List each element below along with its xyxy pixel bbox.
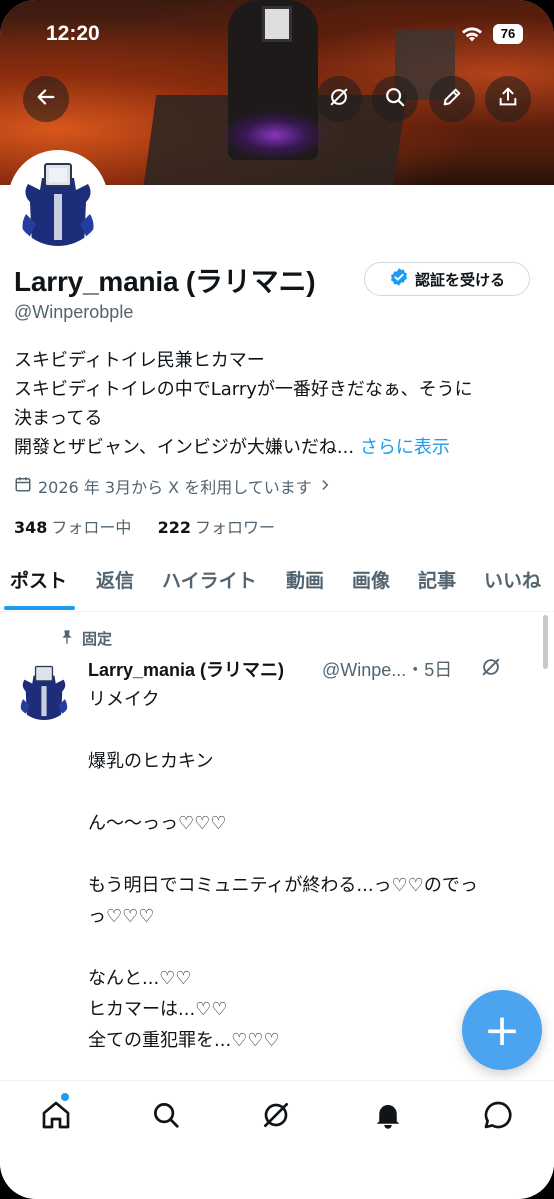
home-icon: [40, 1099, 72, 1135]
grok-button[interactable]: [316, 76, 362, 122]
share-icon: [497, 86, 519, 112]
messages-icon: [482, 1099, 514, 1135]
battery-indicator: 76: [493, 24, 523, 44]
followers-link[interactable]: 222 フォロワー: [158, 518, 275, 537]
pencil-icon: [441, 86, 463, 112]
pinned-indicator: 固定: [60, 628, 112, 649]
follow-stats: 348 フォロー中 222 フォロワー: [14, 514, 275, 538]
banner-glow: [220, 110, 330, 160]
nav-messages[interactable]: [478, 1097, 518, 1137]
scrollbar[interactable]: [543, 615, 548, 669]
following-link[interactable]: 348 フォロー中: [14, 518, 131, 537]
bio-line: 決まってる: [14, 408, 103, 429]
calendar-icon: [14, 475, 32, 497]
bottom-navigation: [0, 1080, 554, 1199]
share-button[interactable]: [485, 76, 531, 122]
post-author-name[interactable]: Larry_mania (ラリマニ): [88, 656, 284, 682]
home-notification-dot: [61, 1093, 69, 1101]
phone-screen: 12:20 76 Larry_mania (ラリマニ) 認証を受ける @Winp…: [0, 0, 554, 1199]
following-count: 348: [14, 518, 48, 537]
status-bar: 12:20 76: [0, 0, 554, 70]
following-label: フォロー中: [51, 518, 132, 537]
profile-avatar[interactable]: [8, 150, 108, 250]
tab-images[interactable]: 画像: [352, 566, 390, 593]
profile-tabs: ポスト 返信 ハイライト 動画 画像 記事 いいね: [0, 556, 554, 612]
verified-badge-icon: [389, 267, 409, 291]
nav-search[interactable]: [146, 1097, 186, 1137]
edit-profile-button[interactable]: [429, 76, 475, 122]
tab-likes[interactable]: いいね: [484, 566, 541, 593]
post-author-avatar[interactable]: [14, 660, 74, 720]
post-handle-time: @Winpe...・5日: [322, 660, 453, 680]
compose-post-button[interactable]: +: [462, 990, 542, 1070]
joined-date[interactable]: 2026 年 3月から X を利用しています: [14, 474, 332, 498]
bell-icon: [373, 1100, 403, 1134]
wifi-icon: [460, 24, 484, 48]
nav-notifications[interactable]: [368, 1097, 408, 1137]
pinned-label: 固定: [82, 630, 113, 648]
chevron-right-icon: [318, 477, 332, 496]
followers-count: 222: [157, 518, 192, 537]
back-button[interactable]: [23, 76, 69, 122]
active-tab-indicator: [4, 606, 75, 610]
get-verified-button[interactable]: 認証を受ける: [364, 262, 530, 296]
profile-bio: スキビディトイレ民兼ヒカマー スキビディトイレの中でLarryが一番好きだなぁ、…: [14, 346, 544, 462]
joined-text: 2026 年 3月から X を利用しています: [38, 478, 312, 497]
status-time: 12:20: [46, 22, 100, 45]
tab-videos[interactable]: 動画: [286, 566, 324, 593]
bio-line: スキビディトイレの中でLarryが一番好きだなぁ、そうに: [14, 379, 473, 400]
grok-icon[interactable]: [480, 656, 502, 683]
pin-icon: [60, 629, 74, 649]
tab-highlights[interactable]: ハイライト: [162, 566, 257, 593]
get-verified-label: 認証を受ける: [414, 270, 505, 289]
nav-grok[interactable]: [256, 1097, 296, 1137]
profile-handle: @Winperobple: [14, 302, 134, 322]
search-icon: [151, 1100, 181, 1134]
profile-display-name: Larry_mania (ラリマニ): [14, 266, 316, 297]
grok-icon: [260, 1099, 292, 1135]
arrow-left-icon: [35, 86, 57, 112]
grok-icon: [328, 86, 350, 112]
search-icon: [384, 86, 406, 112]
tab-articles[interactable]: 記事: [418, 566, 456, 593]
search-button[interactable]: [372, 76, 418, 122]
bio-line: スキビディトイレ民兼ヒカマー: [14, 350, 265, 371]
post-header: Larry_mania (ラリマニ) @Winpe...・5日: [88, 656, 538, 684]
show-more-link[interactable]: さらに表示: [360, 437, 450, 458]
nav-home[interactable]: [36, 1097, 76, 1137]
bio-line: 開發とザビャン、インビジが大嫌いだね...: [14, 437, 355, 458]
followers-label: フォロワー: [195, 518, 276, 537]
tab-posts[interactable]: ポスト: [10, 566, 67, 593]
tab-replies[interactable]: 返信: [96, 566, 134, 593]
